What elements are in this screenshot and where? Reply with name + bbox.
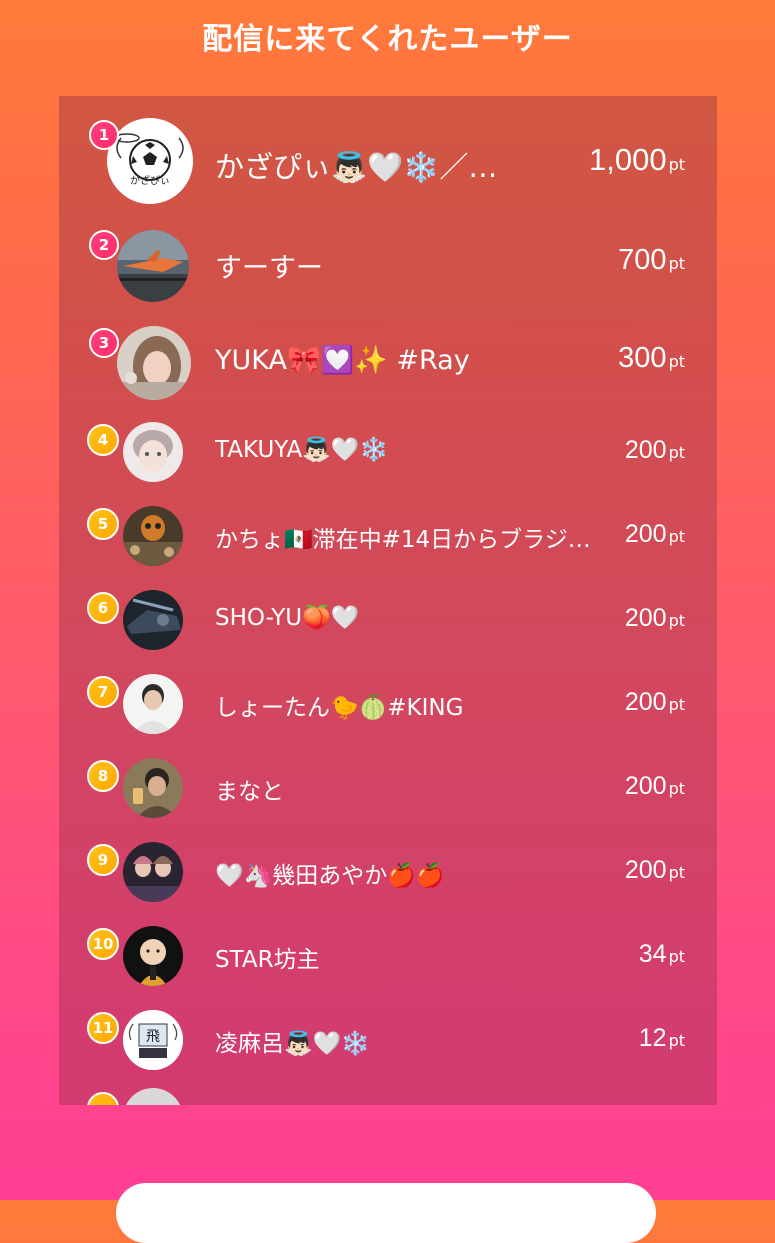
user-name: まなと: [215, 779, 284, 805]
bottom-action-card[interactable]: [116, 1183, 656, 1243]
rank-badge: 5: [87, 508, 119, 540]
points-unit: pt: [668, 695, 685, 714]
user-points: 1,000 pt: [589, 142, 685, 178]
user-name: しょーたん🐤🍈#KING: [215, 695, 464, 721]
rank-badge: 11: [87, 1012, 119, 1044]
skull-mask-avatar-icon: [123, 506, 183, 566]
user-points: 300 pt: [618, 342, 685, 375]
points-value: 200: [624, 520, 667, 548]
avatar[interactable]: [123, 758, 183, 818]
svg-text:かざぴぃ: かざぴぃ: [130, 174, 170, 187]
user-points: 200 pt: [625, 772, 685, 801]
car-photo-avatar-icon: [123, 590, 183, 650]
points-unit: pt: [668, 1031, 685, 1050]
points-unit: pt: [668, 863, 685, 882]
avatar[interactable]: [117, 326, 191, 400]
list-item-rank-1[interactable]: 1 かざぴぃ かざぴぃ👼🏻🤍❄️／… 1,000 pt: [59, 114, 717, 214]
user-points: 700 pt: [618, 244, 685, 277]
woman-photo-avatar-icon: [117, 326, 191, 400]
rank-badge: 4: [87, 424, 119, 456]
avatar[interactable]: [123, 590, 183, 650]
points-unit: pt: [668, 254, 685, 273]
user-ranking-list[interactable]: 1 かざぴぃ かざぴぃ👼🏻🤍❄️／… 1,000 pt 2 すーすー 700 p…: [59, 96, 717, 1105]
list-item-rank-6[interactable]: 6 SHO-YU🍑🤍 200 pt: [59, 590, 717, 660]
illustrated-boy-avatar-icon: [123, 422, 183, 482]
avatar[interactable]: [123, 506, 183, 566]
cartoon-monk-avatar-icon: [123, 926, 183, 986]
avatar[interactable]: [123, 1088, 183, 1105]
points-value: 200: [624, 604, 667, 632]
rank-badge: 1: [89, 120, 119, 150]
points-unit: pt: [668, 443, 685, 462]
svg-text:飛: 飛: [146, 1029, 160, 1045]
user-name: かざぴぃ👼🏻🤍❄️／…: [215, 150, 498, 184]
avatar[interactable]: 飛: [123, 1010, 183, 1070]
list-item-rank-11[interactable]: 11 飛 凌麻呂👼🏻🤍❄️ 12 pt: [59, 1010, 717, 1080]
kanji-logo-avatar-icon: 飛: [123, 1010, 183, 1070]
avatar[interactable]: [123, 926, 183, 986]
list-item-rank-4[interactable]: 4 TAKUYA👼🏻🤍❄️ 200 pt: [59, 422, 717, 492]
page-title: 配信に来てくれたユーザー: [202, 22, 573, 57]
user-points: 200 pt: [625, 688, 685, 717]
rank-badge: 9: [87, 844, 119, 876]
user-name: SHO-YU🍑🤍: [215, 605, 360, 631]
user-name: STAR坊主: [215, 947, 320, 973]
user-name: すーすー: [215, 253, 323, 284]
list-item-rank-7[interactable]: 7 しょーたん🐤🍈#KING 200 pt: [59, 674, 717, 744]
points-value: 300: [618, 342, 667, 374]
avatar[interactable]: [117, 230, 189, 302]
soccer-ball-avatar-icon: かざぴぃ: [107, 118, 193, 204]
user-name: TAKUYA👼🏻🤍❄️: [215, 437, 389, 463]
points-unit: pt: [668, 779, 685, 798]
list-item-partial[interactable]: [59, 1088, 717, 1105]
rank-badge: 10: [87, 928, 119, 960]
user-name: かちょ🇲🇽滞在中#14日からブラジ…: [215, 527, 591, 553]
rank-badge: 2: [89, 230, 119, 260]
avatar[interactable]: [123, 674, 183, 734]
user-points: 200 pt: [625, 604, 685, 633]
user-name: 🤍🦄幾田あやか🍎🍎: [215, 863, 445, 889]
avatar[interactable]: [123, 422, 183, 482]
points-value: 200: [624, 772, 667, 800]
avatar[interactable]: [123, 842, 183, 902]
rank-badge: [87, 1092, 119, 1105]
points-unit: pt: [668, 352, 685, 371]
rank-badge: 3: [89, 328, 119, 358]
list-item-rank-10[interactable]: 10 STAR坊主 34 pt: [59, 926, 717, 996]
points-value: 12: [638, 1024, 667, 1052]
man-photo-avatar-icon: [123, 674, 183, 734]
user-name: YUKA🎀💟✨ #Ray: [215, 345, 470, 376]
points-unit: pt: [668, 155, 685, 174]
list-item-rank-9[interactable]: 9 🤍🦄幾田あやか🍎🍎 200 pt: [59, 842, 717, 912]
concert-photo-avatar-icon: [123, 842, 183, 902]
user-points: 34 pt: [639, 940, 685, 969]
list-item-rank-5[interactable]: 5 かちょ🇲🇽滞在中#14日からブラジ… 200 pt: [59, 506, 717, 576]
rank-badge: 6: [87, 592, 119, 624]
user-points: 200 pt: [625, 520, 685, 549]
avatar[interactable]: かざぴぃ: [107, 118, 193, 204]
user-name: 凌麻呂👼🏻🤍❄️: [215, 1031, 370, 1057]
points-value: 700: [618, 244, 667, 276]
points-value: 34: [638, 940, 667, 968]
points-value: 1,000: [588, 142, 667, 177]
airplane-photo-avatar-icon: [117, 230, 189, 302]
list-item-rank-8[interactable]: 8 まなと 200 pt: [59, 758, 717, 828]
list-item-rank-3[interactable]: 3 YUKA🎀💟✨ #Ray 300 pt: [59, 322, 717, 406]
points-unit: pt: [668, 611, 685, 630]
user-points: 12 pt: [639, 1024, 685, 1053]
points-unit: pt: [668, 947, 685, 966]
points-value: 200: [624, 856, 667, 884]
points-value: 200: [624, 688, 667, 716]
points-value: 200: [624, 436, 667, 464]
points-unit: pt: [668, 527, 685, 546]
rank-badge: 7: [87, 676, 119, 708]
list-item-rank-2[interactable]: 2 すーすー 700 pt: [59, 224, 717, 308]
man-drinking-avatar-icon: [123, 758, 183, 818]
rank-badge: 8: [87, 760, 119, 792]
user-points: 200 pt: [625, 436, 685, 465]
user-points: 200 pt: [625, 856, 685, 885]
